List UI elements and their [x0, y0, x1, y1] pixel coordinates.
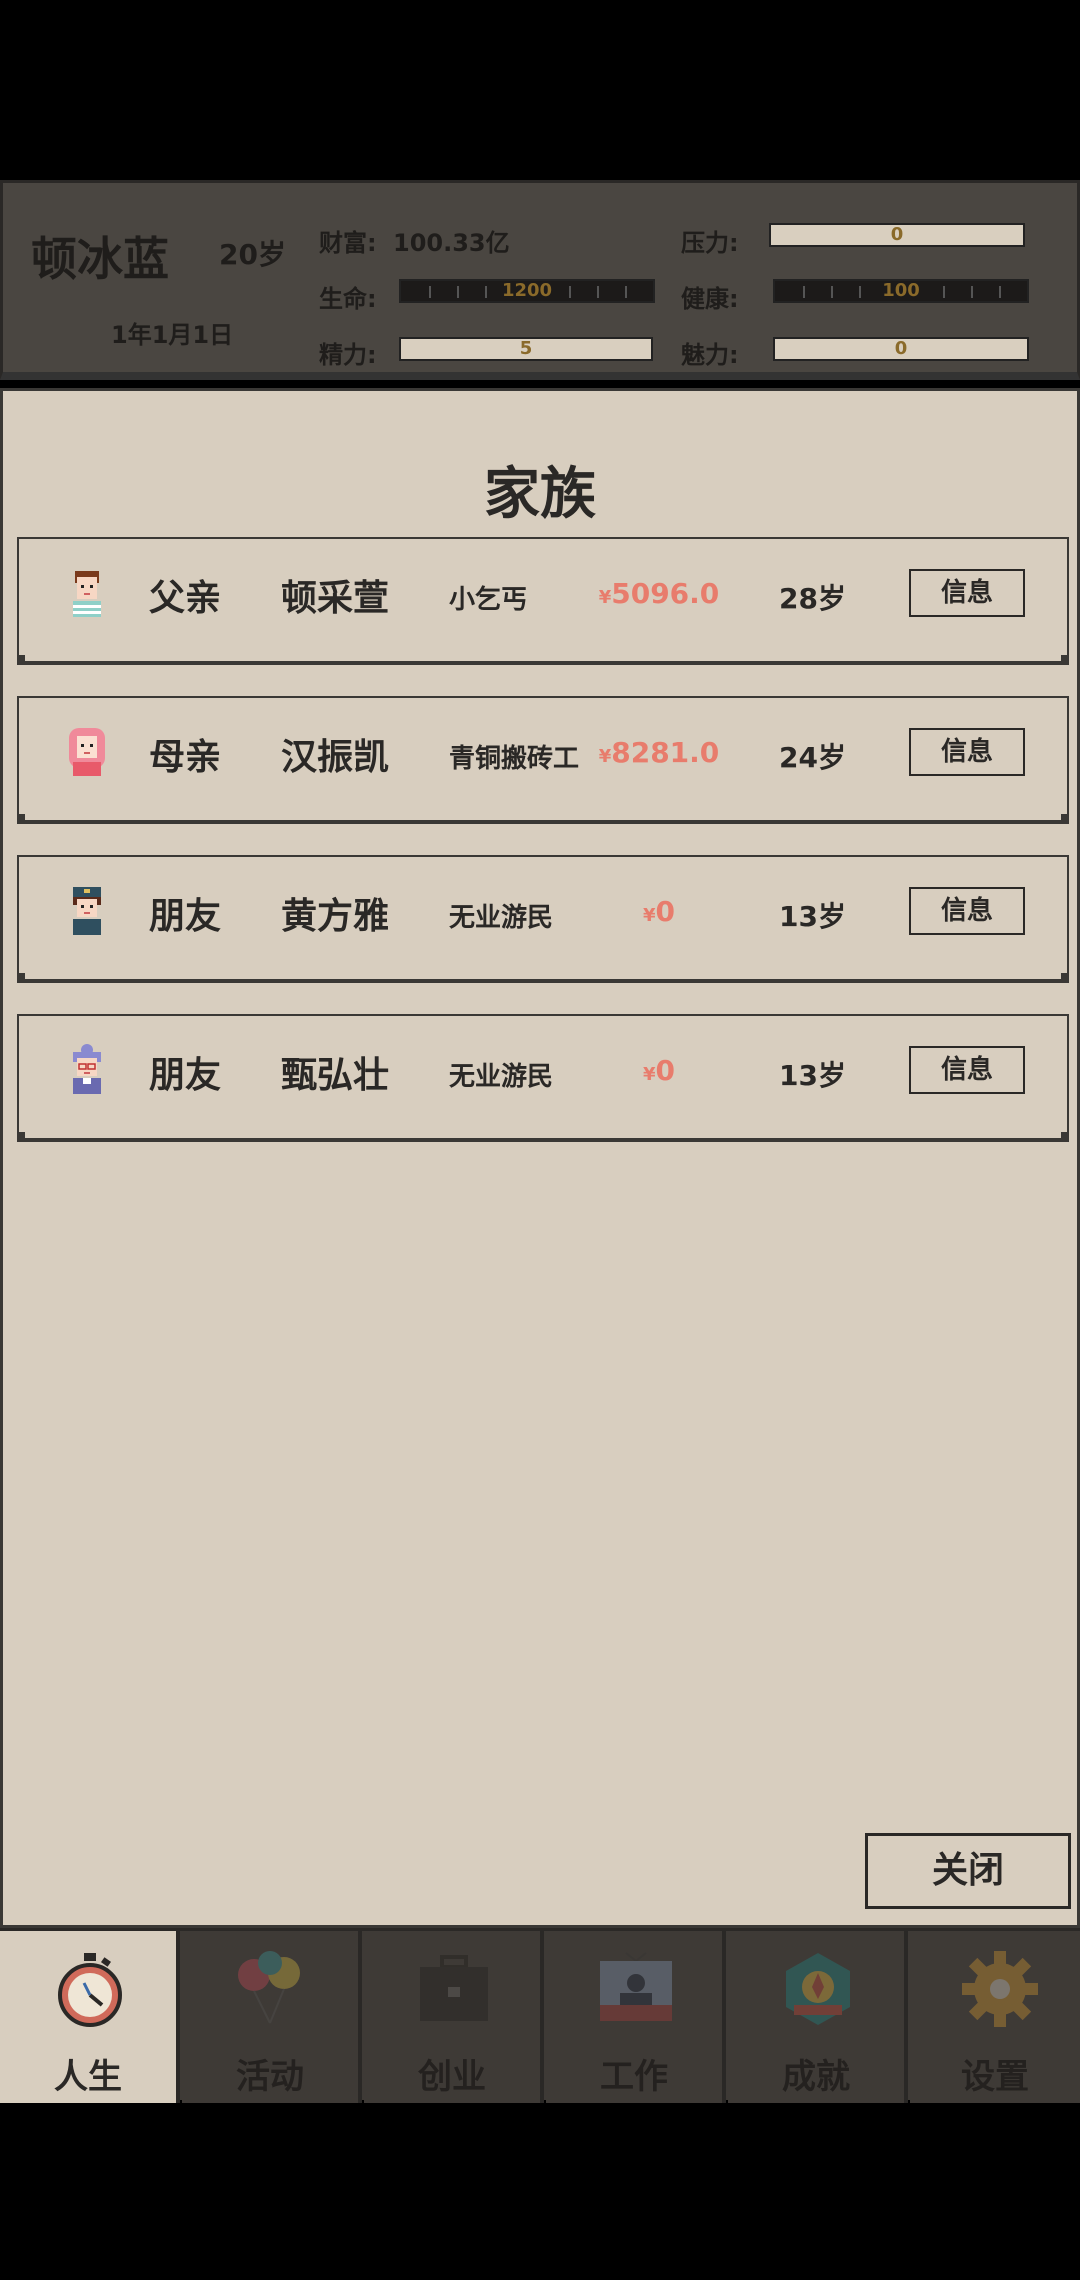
tab-label: 人生: [54, 2057, 122, 2097]
boy-avatar-icon: [73, 571, 101, 617]
charm-label: 魅力:: [681, 341, 739, 369]
member-name: 顿采萱: [281, 578, 390, 619]
tab-achievement[interactable]: 成就: [728, 1931, 908, 2103]
relation-label: 父亲: [149, 578, 222, 619]
currency-symbol: ¥: [642, 1064, 656, 1085]
tab-label: 活动: [236, 2057, 304, 2097]
member-money: ¥0: [559, 1054, 759, 1087]
family-row: 父亲 顿采萱 小乞丐 ¥5096.0 28岁 信息: [17, 537, 1069, 665]
member-job: 无业游民: [449, 903, 554, 933]
tab-label: 工作: [600, 2057, 668, 2097]
member-money: ¥0: [559, 895, 759, 928]
member-age: 24岁: [779, 741, 846, 774]
pressure-label: 压力:: [681, 229, 739, 257]
life-bar: 1200: [399, 279, 655, 303]
member-name: 甄弘壮: [281, 1055, 390, 1096]
balloons-icon: [238, 1951, 300, 2024]
health-value: 100: [882, 280, 920, 301]
pressure-bar: 0: [769, 223, 1025, 247]
tab-label: 设置: [961, 2057, 1029, 2097]
info-button[interactable]: 信息: [909, 569, 1025, 617]
close-button[interactable]: 关闭: [865, 1833, 1071, 1909]
member-age: 28岁: [779, 582, 846, 615]
tab-life[interactable]: 人生: [0, 1931, 180, 2103]
relation-label: 母亲: [149, 737, 222, 778]
life-label: 生命:: [319, 285, 377, 313]
energy-bar: 5: [399, 337, 653, 361]
pressure-value: 0: [890, 224, 904, 245]
info-button[interactable]: 信息: [909, 1046, 1025, 1094]
bottom-nav: 人生 活动 创业 工作 成就 设置: [0, 1928, 1080, 2103]
player-age: 20岁: [219, 238, 286, 271]
badge-icon: [786, 1953, 850, 2025]
health-label: 健康:: [681, 285, 739, 313]
tab-label: 创业: [418, 2057, 486, 2097]
health-bar: 100: [773, 279, 1029, 303]
member-age: 13岁: [779, 900, 846, 933]
energy-value: 5: [519, 338, 533, 359]
wealth-value: 100.33亿: [393, 229, 510, 257]
family-row: 朋友 甄弘壮 无业游民 ¥0 13岁 信息: [17, 1014, 1069, 1142]
relation-label: 朋友: [149, 896, 222, 937]
member-name: 汉振凯: [281, 737, 390, 778]
briefcase-icon: [420, 1955, 488, 2021]
currency-symbol: ¥: [642, 905, 656, 926]
money-value: 5096.0: [611, 577, 720, 610]
money-value: 8281.0: [611, 736, 720, 769]
currency-symbol: ¥: [598, 587, 612, 608]
family-row: 朋友 黄方雅 无业游民 ¥0 13岁 信息: [17, 855, 1069, 983]
tab-settings[interactable]: 设置: [910, 1931, 1080, 2103]
tab-work[interactable]: 工作: [546, 1931, 726, 2103]
status-header: 顿冰蓝 20岁 1年1月1日 财富: 100.33亿 生命: 1200 精力: …: [0, 180, 1080, 380]
member-job: 小乞丐: [449, 585, 528, 615]
stopwatch-icon: [58, 1953, 122, 2027]
tab-label: 成就: [782, 2057, 850, 2097]
relation-label: 朋友: [149, 1055, 222, 1096]
family-panel: 家族 父亲 顿采萱 小乞丐 ¥5096.0 28岁 信息 母亲 汉振凯 青铜搬砖…: [0, 388, 1080, 1928]
info-button[interactable]: 信息: [909, 728, 1025, 776]
pink-hair-girl-avatar-icon: [69, 728, 105, 776]
member-name: 黄方雅: [281, 896, 390, 937]
player-name: 顿冰蓝: [31, 232, 169, 286]
gear-icon: [962, 1951, 1038, 2027]
member-job: 无业游民: [449, 1062, 554, 1092]
member-money: ¥5096.0: [559, 577, 759, 610]
money-value: 0: [655, 1054, 675, 1087]
charm-bar: 0: [773, 337, 1029, 361]
police-avatar-icon: [73, 887, 101, 935]
member-money: ¥8281.0: [559, 736, 759, 769]
life-value: 1200: [501, 280, 553, 301]
tv-presenter-icon: [600, 1952, 672, 2021]
grandma-avatar-icon: [73, 1044, 101, 1094]
energy-label: 精力:: [319, 341, 377, 369]
tab-business[interactable]: 创业: [364, 1931, 544, 2103]
game-date: 1年1月1日: [111, 321, 234, 349]
panel-title: 家族: [484, 462, 596, 527]
info-button[interactable]: 信息: [909, 887, 1025, 935]
charm-value: 0: [894, 338, 908, 359]
wealth-label: 财富:: [319, 229, 377, 257]
member-age: 13岁: [779, 1059, 846, 1092]
tab-activity[interactable]: 活动: [182, 1931, 362, 2103]
family-row: 母亲 汉振凯 青铜搬砖工 ¥8281.0 24岁 信息: [17, 696, 1069, 824]
currency-symbol: ¥: [598, 746, 612, 767]
money-value: 0: [655, 895, 675, 928]
